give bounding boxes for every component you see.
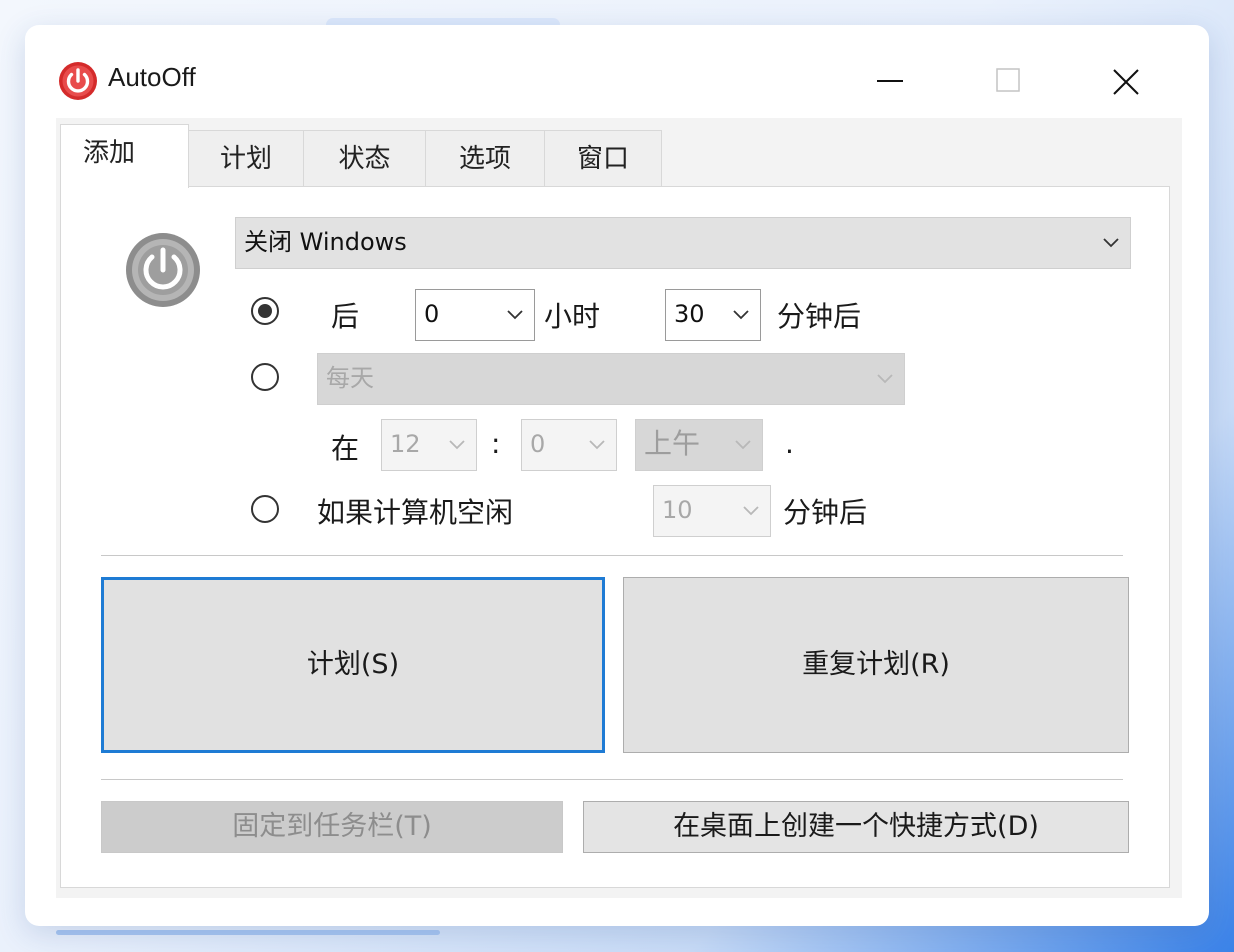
minimize-icon xyxy=(877,80,903,82)
minutes-select[interactable]: 30 xyxy=(665,289,761,341)
maximize-icon xyxy=(996,68,1020,92)
power-icon-large xyxy=(126,233,200,307)
chevron-down-icon xyxy=(449,440,465,450)
radio-after[interactable] xyxy=(251,297,279,325)
after-label: 后 xyxy=(331,300,360,333)
idle-unit-label: 分钟后 xyxy=(783,496,868,529)
idle-minutes-select[interactable]: 10 xyxy=(653,485,771,537)
idle-label: 如果计算机空闲 xyxy=(317,496,514,529)
radio-daily[interactable] xyxy=(251,363,279,391)
background-decoration-bar xyxy=(56,930,440,935)
minute-select[interactable]: 0 xyxy=(521,419,617,471)
window-title: AutoOff xyxy=(108,62,196,92)
chevron-down-icon xyxy=(589,440,605,450)
ampm-select[interactable]: 上午 xyxy=(635,419,763,471)
close-button[interactable] xyxy=(1098,58,1154,104)
maximize-button[interactable] xyxy=(980,58,1036,104)
hours-unit-label: 小时 xyxy=(544,300,601,333)
minimize-button[interactable] xyxy=(862,58,918,104)
tab-add[interactable]: 添加 xyxy=(60,124,189,188)
tab-plan[interactable]: 计划 xyxy=(188,130,304,186)
chevron-down-icon xyxy=(733,310,749,320)
divider xyxy=(101,555,1123,556)
idle-minutes-value: 10 xyxy=(662,496,693,524)
minutes-unit-label: 分钟后 xyxy=(777,300,862,333)
minute-value: 0 xyxy=(530,430,546,458)
hours-select[interactable]: 0 xyxy=(415,289,535,341)
at-label: 在 xyxy=(331,432,360,465)
action-select-value: 关闭 Windows xyxy=(244,228,407,256)
time-colon: : xyxy=(491,427,501,460)
add-tab-panel: 关闭 Windows 后 0 小时 30 分钟后 每天 在 12 : 0 上午 … xyxy=(60,186,1170,888)
frequency-select[interactable]: 每天 xyxy=(317,353,905,405)
divider xyxy=(101,779,1123,780)
power-icon xyxy=(59,62,97,100)
chevron-down-icon xyxy=(877,374,893,384)
schedule-button[interactable]: 计划(S) xyxy=(101,577,605,753)
close-icon xyxy=(1113,69,1139,95)
chevron-down-icon xyxy=(507,310,523,320)
tab-window[interactable]: 窗口 xyxy=(544,130,662,186)
chevron-down-icon xyxy=(1103,238,1119,248)
ampm-value: 上午 xyxy=(644,427,701,460)
app-window: AutoOff 添加 计划 状态 选项 窗口 关闭 Windows 后 0 小时… xyxy=(56,52,1182,898)
time-trailing-dot: . xyxy=(785,427,794,460)
chevron-down-icon xyxy=(743,506,759,516)
minutes-value: 30 xyxy=(674,300,705,328)
chevron-down-icon xyxy=(735,440,751,450)
hour-value: 12 xyxy=(390,430,421,458)
title-bar: AutoOff xyxy=(56,52,1182,118)
tab-strip: 添加 计划 状态 选项 窗口 xyxy=(56,118,1182,188)
repeat-schedule-button[interactable]: 重复计划(R) xyxy=(623,577,1129,753)
tab-options[interactable]: 选项 xyxy=(425,130,545,186)
pin-taskbar-button[interactable]: 固定到任务栏(T) xyxy=(101,801,563,853)
frequency-value: 每天 xyxy=(326,364,374,392)
hour-select[interactable]: 12 xyxy=(381,419,477,471)
tab-status[interactable]: 状态 xyxy=(303,130,426,186)
radio-idle[interactable] xyxy=(251,495,279,523)
action-select[interactable]: 关闭 Windows xyxy=(235,217,1131,269)
desktop-shortcut-button[interactable]: 在桌面上创建一个快捷方式(D) xyxy=(583,801,1129,853)
hours-value: 0 xyxy=(424,300,440,328)
